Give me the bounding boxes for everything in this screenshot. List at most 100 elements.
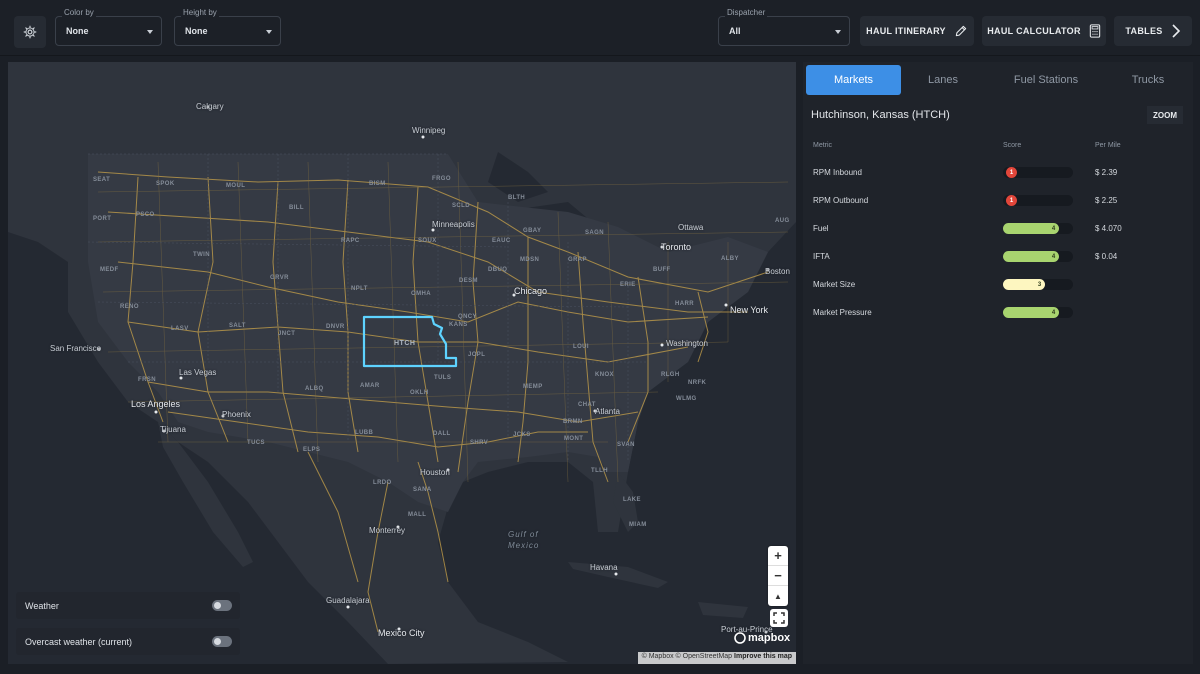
map-attribution: © Mapbox © OpenStreetMap Improve this ma… bbox=[637, 652, 796, 664]
market-code[interactable]: GRVR bbox=[270, 275, 289, 281]
market-code[interactable]: TLLH bbox=[591, 468, 608, 474]
haul-itinerary-button[interactable]: HAUL ITINERARY bbox=[860, 16, 974, 46]
market-code[interactable]: GRAP bbox=[568, 257, 587, 263]
market-code[interactable]: NRFK bbox=[688, 380, 706, 386]
market-code[interactable]: KNOX bbox=[595, 372, 614, 378]
market-code[interactable]: SOUX bbox=[418, 238, 437, 244]
tab-lanes[interactable]: Lanes bbox=[903, 65, 983, 95]
haul-calculator-button[interactable]: HAUL CALCULATOR bbox=[982, 16, 1106, 46]
score-badge: 4 bbox=[1051, 309, 1056, 316]
weather-label: Weather bbox=[25, 601, 59, 611]
tab-markets[interactable]: Markets bbox=[806, 65, 901, 95]
market-code[interactable]: LRDO bbox=[373, 480, 392, 486]
market-code[interactable]: RENO bbox=[120, 304, 139, 310]
market-code[interactable]: TWIN bbox=[193, 252, 210, 258]
market-code[interactable]: SCLD bbox=[452, 203, 470, 209]
market-code[interactable]: MONT bbox=[564, 436, 583, 442]
market-code[interactable]: RLGH bbox=[661, 372, 680, 378]
settings-button[interactable] bbox=[14, 16, 46, 48]
market-code[interactable]: ALBY bbox=[721, 256, 739, 262]
metric-header: Metric bbox=[813, 142, 833, 149]
market-code[interactable]: KANS bbox=[449, 322, 468, 328]
fullscreen-button[interactable] bbox=[770, 609, 788, 627]
market-code[interactable]: EAUC bbox=[492, 238, 511, 244]
market-code[interactable]: JOPL bbox=[468, 352, 485, 358]
market-code[interactable]: SPOK bbox=[156, 181, 175, 187]
market-code[interactable]: JCKS bbox=[513, 432, 531, 438]
market-code[interactable]: WLMG bbox=[676, 396, 697, 402]
score-badge: 1 bbox=[1006, 167, 1017, 178]
market-code[interactable]: DBUQ bbox=[488, 267, 507, 273]
height-by-select[interactable]: Height by None bbox=[174, 8, 281, 46]
mapbox-logo[interactable]: mapbox bbox=[734, 632, 790, 644]
market-code[interactable]: SVAN bbox=[617, 442, 635, 448]
market-code[interactable]: MOUL bbox=[226, 183, 245, 189]
overcast-toggle[interactable] bbox=[212, 636, 232, 647]
market-code[interactable]: AUG bbox=[775, 218, 790, 224]
market-code[interactable]: ALBQ bbox=[305, 386, 324, 392]
market-code[interactable]: BUFF bbox=[653, 267, 671, 273]
market-code[interactable]: DESM bbox=[459, 278, 478, 284]
market-code[interactable]: LOUI bbox=[573, 344, 589, 350]
weather-toggle[interactable] bbox=[212, 600, 232, 611]
market-code[interactable]: SEAT bbox=[93, 177, 110, 183]
market-code[interactable]: BILL bbox=[289, 205, 304, 211]
market-code[interactable]: SANA bbox=[413, 487, 432, 493]
market-code[interactable]: HARR bbox=[675, 301, 694, 307]
market-code[interactable]: PSCO bbox=[136, 212, 155, 218]
market-code[interactable]: AMAR bbox=[360, 383, 380, 389]
per-mile-value: $ 0.04 bbox=[1095, 252, 1118, 261]
market-code[interactable]: BISM bbox=[369, 181, 386, 187]
market-code[interactable]: BLTH bbox=[508, 195, 525, 201]
improve-map-link[interactable]: Improve this map bbox=[734, 653, 792, 660]
market-code[interactable]: FRGO bbox=[432, 176, 451, 182]
tables-button[interactable]: TABLES bbox=[1114, 16, 1192, 46]
market-code[interactable]: FRSN bbox=[138, 377, 156, 383]
market-code[interactable]: DALL bbox=[433, 431, 451, 437]
market-code[interactable]: CHAT bbox=[578, 402, 596, 408]
market-code[interactable]: LASV bbox=[171, 326, 189, 332]
color-by-select[interactable]: Color by None bbox=[55, 8, 162, 46]
market-code[interactable]: MDSN bbox=[520, 257, 539, 263]
market-code[interactable]: RAPC bbox=[341, 238, 360, 244]
market-code[interactable]: ELPS bbox=[303, 447, 320, 453]
overcast-toggle-card: Overcast weather (current) bbox=[16, 628, 240, 655]
market-code[interactable]: JNCT bbox=[278, 331, 295, 337]
market-code[interactable]: LUBB bbox=[355, 430, 373, 436]
market-code[interactable]: SALT bbox=[229, 323, 246, 329]
market-code[interactable]: QNCY bbox=[458, 314, 477, 320]
water-label: Gulf of bbox=[508, 530, 539, 539]
tab-trucks[interactable]: Trucks bbox=[1103, 65, 1193, 95]
market-code[interactable]: LAKE bbox=[623, 497, 641, 503]
dispatcher-select[interactable]: Dispatcher All bbox=[718, 8, 850, 46]
map-view[interactable]: SEAT SPOK MOUL BISM FRGO BILL SCLD BLTH … bbox=[8, 62, 796, 664]
attribution-text[interactable]: © Mapbox © OpenStreetMap bbox=[642, 653, 732, 660]
market-code[interactable]: TULS bbox=[434, 375, 451, 381]
height-by-label: Height by bbox=[181, 8, 219, 17]
compass-button[interactable]: ▲ bbox=[768, 586, 788, 606]
market-code[interactable]: MIAM bbox=[629, 522, 647, 528]
color-by-label: Color by bbox=[62, 8, 96, 17]
market-code[interactable]: TUCS bbox=[247, 440, 265, 446]
selected-market-label[interactable]: HTCH bbox=[394, 340, 415, 347]
market-code[interactable]: SHRV bbox=[470, 440, 488, 446]
market-code[interactable]: PORT bbox=[93, 216, 111, 222]
market-code[interactable]: MEDF bbox=[100, 267, 119, 273]
market-code[interactable]: GBAY bbox=[523, 228, 541, 234]
market-code[interactable]: BRMN bbox=[563, 419, 583, 425]
metric-row: IFTA 4 $ 0.04 bbox=[803, 242, 1193, 270]
zoom-out-button[interactable]: − bbox=[768, 566, 788, 586]
market-code[interactable]: MALL bbox=[408, 512, 426, 518]
market-code[interactable]: ERIE bbox=[620, 282, 636, 288]
market-code[interactable]: OKLH bbox=[410, 390, 429, 396]
market-code[interactable]: SAGN bbox=[585, 230, 604, 236]
market-code[interactable]: MEMP bbox=[523, 384, 543, 390]
market-code[interactable]: NPLT bbox=[351, 286, 368, 292]
tab-fuel-stations[interactable]: Fuel Stations bbox=[991, 65, 1101, 95]
color-by-value: None bbox=[66, 26, 89, 36]
place-label: Atlanta bbox=[595, 407, 620, 416]
zoom-in-button[interactable]: + bbox=[768, 546, 788, 566]
market-code[interactable]: DNVR bbox=[326, 324, 345, 330]
market-code[interactable]: OMHA bbox=[411, 291, 431, 297]
zoom-button[interactable]: ZOOM bbox=[1147, 106, 1183, 124]
